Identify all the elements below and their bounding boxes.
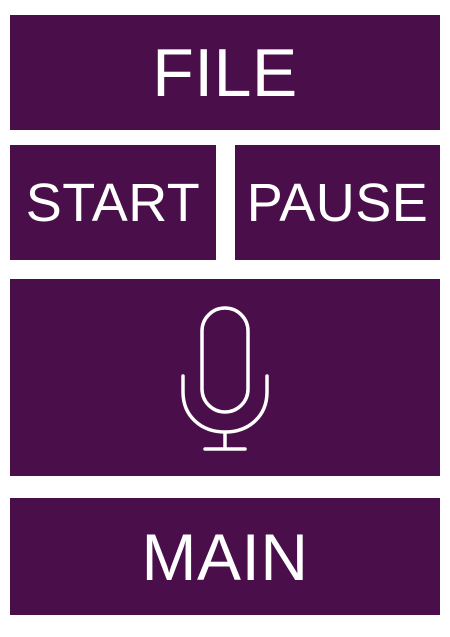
main-button[interactable]: MAIN	[10, 498, 440, 615]
main-button-label: MAIN	[141, 519, 309, 594]
start-button[interactable]: START	[10, 145, 216, 260]
pause-button[interactable]: PAUSE	[235, 145, 440, 260]
start-button-label: START	[25, 172, 201, 233]
microphone-icon	[181, 305, 269, 451]
microphone-button[interactable]	[10, 279, 440, 476]
file-button[interactable]: FILE	[10, 15, 440, 130]
file-button-label: FILE	[152, 34, 298, 111]
pause-button-label: PAUSE	[246, 172, 429, 233]
